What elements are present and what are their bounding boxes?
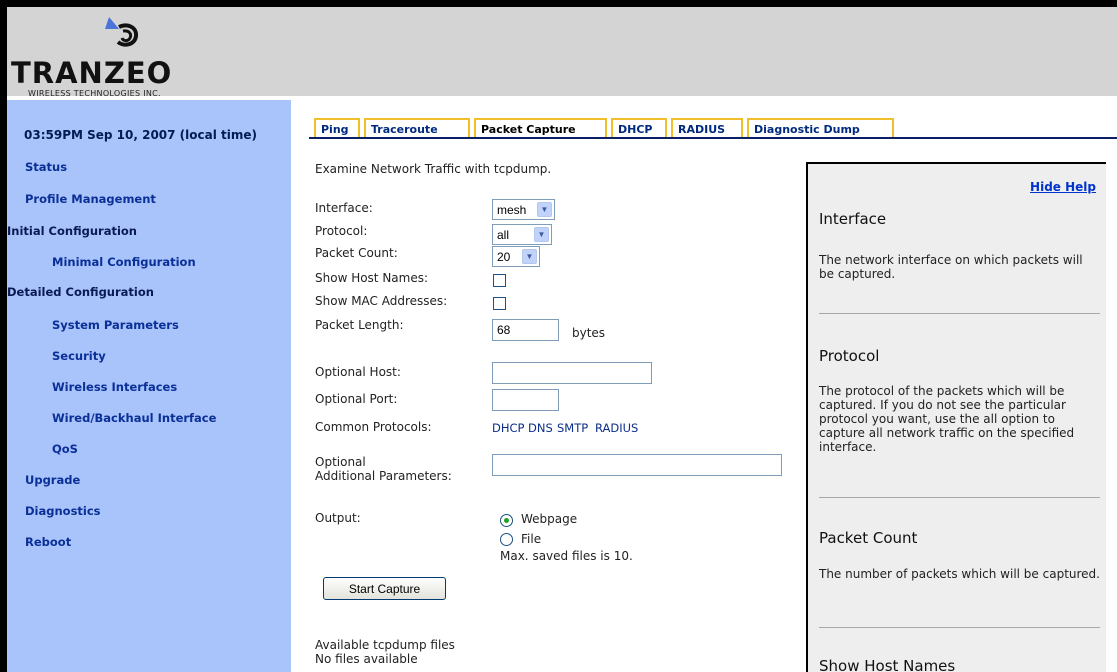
protocol-link-smtp[interactable]: SMTP [557,421,588,435]
tranzeo-logo: TRANZEO WIRELESS TECHNOLOGIES INC. [7,13,257,98]
app-frame: TRANZEO WIRELESS TECHNOLOGIES INC. 03:59… [7,7,1117,672]
output-file-label: File [521,532,542,546]
start-capture-button[interactable]: Start Capture [323,577,446,600]
output-webpage-label: Webpage [521,512,578,526]
packet-length-label: Packet Length: [315,318,404,332]
local-time-clock: 03:59PM Sep 10, 2007 (local time) [24,128,257,142]
chevron-down-icon: ▼ [522,249,537,264]
show-host-names-label: Show Host Names: [315,271,429,285]
optional-host-input[interactable] [492,362,652,384]
sidebar-item-qos[interactable]: QoS [52,442,78,456]
help-show-host-names-title: Show Host Names [819,657,956,672]
interface-label: Interface: [315,201,373,215]
protocol-link-dns[interactable]: DNS [528,421,553,435]
sidebar-item-minimal-configuration[interactable]: Minimal Configuration [52,255,196,269]
packet-count-select[interactable]: 20 ▼ [492,246,540,267]
output-file-radio[interactable] [500,533,513,546]
header-bar: TRANZEO WIRELESS TECHNOLOGIES INC. [7,7,1117,98]
sidebar-item-upgrade[interactable]: Upgrade [25,473,80,487]
tab-dhcp[interactable]: DHCP [611,118,667,138]
optional-port-label: Optional Port: [315,392,398,406]
show-host-names-checkbox[interactable] [493,274,506,287]
help-divider [819,627,1100,628]
show-mac-addresses-checkbox[interactable] [493,297,506,310]
optional-port-input[interactable] [492,389,559,411]
main-content: Ping Traceroute Packet Capture DHCP RADI… [295,100,1117,672]
packet-length-unit: bytes [572,326,606,340]
sidebar-item-initial-configuration[interactable]: Initial Configuration [7,224,137,238]
logo-antenna-icon [105,17,139,47]
help-divider [819,497,1100,498]
help-packet-count-text: The number of packets which will be capt… [819,567,1100,581]
additional-params-label-line1: Optional [315,455,366,469]
sidebar-item-status[interactable]: Status [25,160,67,174]
common-protocols-label: Common Protocols: [315,420,432,434]
logo-tagline: WIRELESS TECHNOLOGIES INC. [28,89,161,98]
logo-wordmark: TRANZEO [11,56,173,90]
help-panel: Hide Help Interface The network interfac… [806,162,1106,672]
tab-traceroute[interactable]: Traceroute [364,118,470,138]
help-protocol-title: Protocol [819,347,880,365]
sidebar-item-security[interactable]: Security [52,349,106,363]
sidebar-item-wireless-interfaces[interactable]: Wireless Interfaces [52,380,177,394]
protocol-label: Protocol: [315,224,368,238]
output-label: Output: [315,511,361,525]
tab-ping[interactable]: Ping [314,118,360,138]
interface-select[interactable]: mesh ▼ [492,199,555,220]
page-intro: Examine Network Traffic with tcpdump. [315,162,552,176]
hide-help-link[interactable]: Hide Help [1030,180,1096,194]
show-mac-addresses-label: Show MAC Addresses: [315,294,448,308]
help-divider [819,313,1100,314]
sidebar-item-detailed-configuration[interactable]: Detailed Configuration [7,285,154,299]
additional-params-input[interactable] [492,454,782,476]
tab-radius[interactable]: RADIUS [671,118,743,138]
additional-params-label-line2: Additional Parameters: [315,469,452,483]
files-status: No files available [315,652,418,666]
tab-packet-capture[interactable]: Packet Capture [474,118,607,138]
protocol-link-radius[interactable]: RADIUS [595,421,638,435]
sidebar-item-system-parameters[interactable]: System Parameters [52,318,179,332]
optional-host-label: Optional Host: [315,365,401,379]
chevron-down-icon: ▼ [537,202,552,217]
sidebar-item-diagnostics[interactable]: Diagnostics [25,504,101,518]
radio-selected-dot [504,518,509,523]
max-saved-files-note: Max. saved files is 10. [500,549,633,563]
sidebar: 03:59PM Sep 10, 2007 (local time) Status… [7,100,293,672]
protocol-link-dhcp[interactable]: DHCP [492,421,524,435]
packet-length-input[interactable]: 68 [492,319,559,341]
interface-select-value: mesh [497,203,527,217]
protocol-select[interactable]: all ▼ [492,224,552,245]
sidebar-item-reboot[interactable]: Reboot [25,535,71,549]
output-webpage-radio[interactable] [500,514,513,527]
protocol-select-value: all [497,228,510,242]
help-interface-title: Interface [819,210,887,228]
tab-diagnostic-dump[interactable]: Diagnostic Dump [747,118,894,138]
sidebar-item-wired-backhaul-interface[interactable]: Wired/Backhaul Interface [52,411,216,425]
tab-underline [309,137,1117,139]
help-interface-text: The network interface on which packets w… [819,253,1083,281]
chevron-down-icon: ▼ [534,227,549,242]
help-protocol-text: The protocol of the packets which will b… [819,384,1075,454]
packet-count-label: Packet Count: [315,246,398,260]
sidebar-item-profile-management[interactable]: Profile Management [25,192,156,206]
help-packet-count-title: Packet Count [819,529,918,547]
packet-count-select-value: 20 [497,250,511,264]
available-files-heading: Available tcpdump files [315,638,455,652]
